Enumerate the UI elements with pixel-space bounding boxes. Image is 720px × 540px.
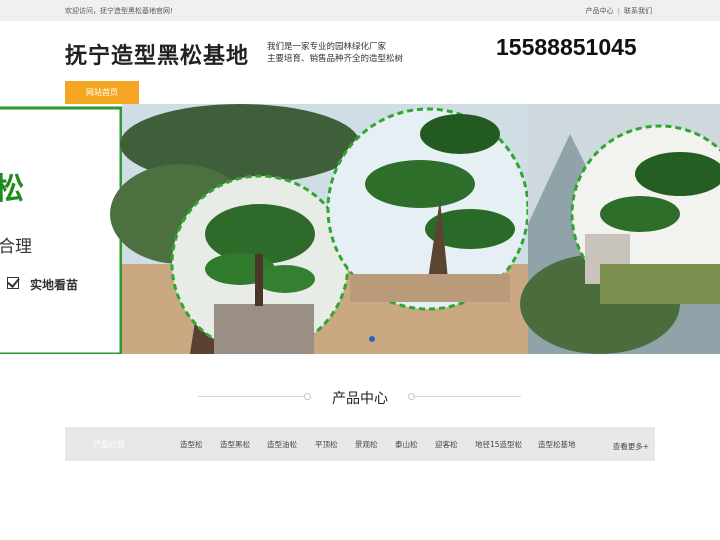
view-more-link[interactable]: 查看更多+ [613, 441, 649, 452]
site-title[interactable]: 抚宁造型黑松基地 [65, 38, 249, 70]
products-heading: 产品中心 [332, 391, 388, 407]
slogan-line-2: 主要培育、销售品种齐全的造型松树 [267, 54, 404, 64]
product-category-bar: 产品栏目 造型松 造型黑松 造型油松 平顶松 景观松 泰山松 迎客松 地径15造… [65, 427, 655, 461]
banner-carousel[interactable]: 松 合理 实地看苗 [0, 104, 720, 354]
top-link-contact[interactable]: 联系我们 [624, 7, 652, 15]
banner-feature-label: 实地看苗 [30, 278, 79, 292]
category-link[interactable]: 造型黑松 [220, 439, 250, 450]
category-link[interactable]: 泰山松 [395, 439, 418, 450]
heading-divider-right [413, 396, 521, 397]
category-link[interactable]: 造型油松 [267, 439, 297, 450]
banner-headline: 松 [0, 172, 24, 207]
category-title: 产品栏目 [93, 440, 125, 449]
top-bar: 欢迎访问，抚宁造型黑松基地官网! 产品中心 | 联系我们 [0, 0, 720, 21]
slogan-line-1: 我们是一家专业的园林绿化厂家 [267, 42, 387, 52]
phone-number: 15588851045 [496, 34, 637, 60]
category-link[interactable]: 平顶松 [315, 439, 338, 450]
welcome-text: 欢迎访问，抚宁造型黑松基地官网! [65, 7, 173, 15]
top-links: 产品中心 | 联系我们 [586, 6, 652, 16]
banner-subtext: 合理 [0, 237, 32, 257]
nav-home-button[interactable]: 网站首页 [65, 81, 139, 104]
category-link[interactable]: 迎客松 [435, 439, 458, 450]
site-slogan: 我们是一家专业的园林绿化厂家 主要培育、销售品种齐全的造型松树 [267, 41, 403, 65]
banner-image [0, 104, 720, 354]
category-link[interactable]: 景观松 [355, 439, 378, 450]
top-link-products[interactable]: 产品中心 [586, 7, 614, 15]
checkbox-icon [7, 277, 19, 289]
category-link[interactable]: 造型松基地 [538, 439, 576, 450]
category-link[interactable]: 地径15造型松 [475, 439, 522, 450]
category-link[interactable]: 造型松 [180, 439, 203, 450]
top-link-separator: | [617, 7, 620, 15]
